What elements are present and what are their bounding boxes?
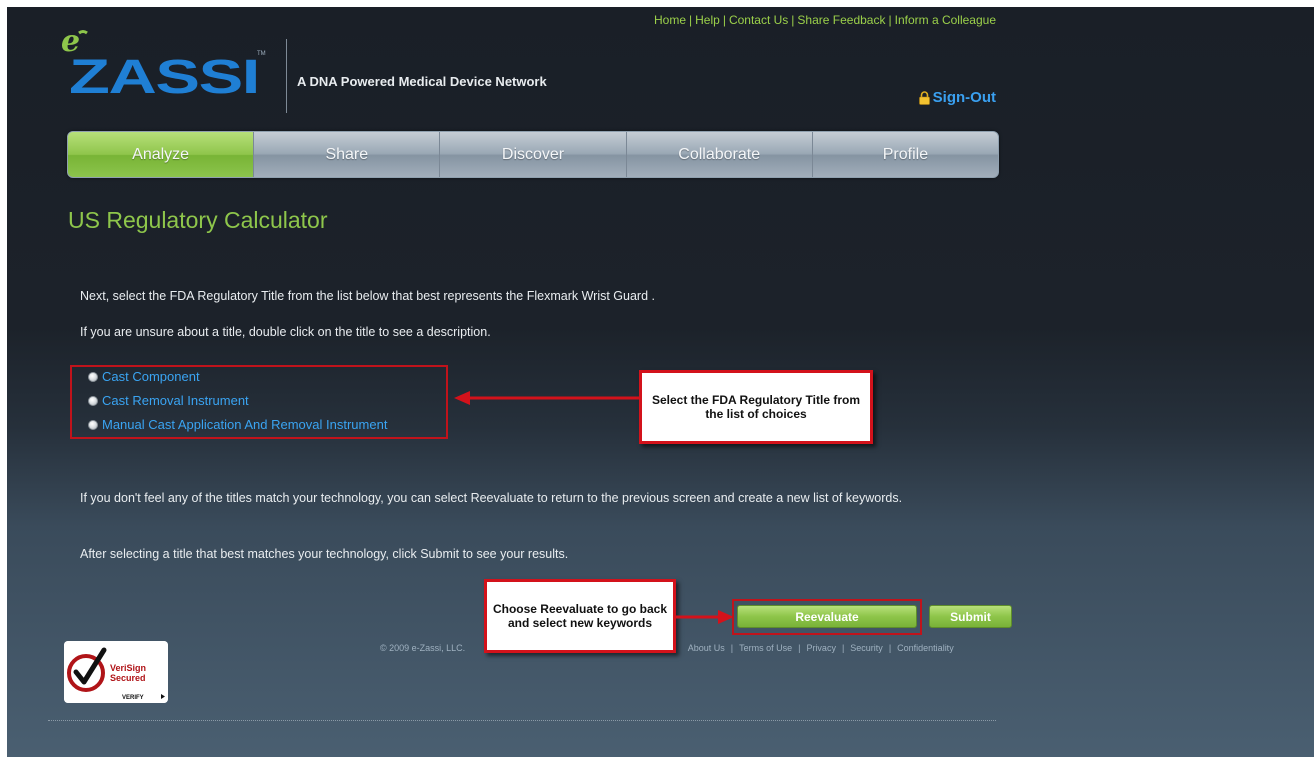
reevaluate-button[interactable]: Reevaluate (737, 605, 917, 628)
tab-discover[interactable]: Discover (439, 132, 625, 177)
page: Home | Help | Contact Us | Share Feedback | Info… (7, 7, 1314, 757)
footer-link-privacy[interactable]: Privacy (806, 643, 836, 653)
footer-link-about[interactable]: About Us (688, 643, 725, 653)
sign-out-label: Sign-Out (932, 89, 996, 106)
logo-text: ZASSI (69, 51, 259, 101)
intro-text: Next, select the FDA Regulatory Title fr… (80, 289, 655, 303)
svg-text:TM: TM (257, 51, 266, 57)
top-link-inform[interactable]: Inform a Colleague (895, 13, 996, 27)
top-links: Home | Help | Contact Us | Share Feedback | Info… (653, 13, 996, 27)
sign-out-link[interactable]: Sign-Out (918, 89, 996, 106)
callout-reevaluate: Choose Reevaluate to go back and select … (484, 579, 676, 653)
option-label[interactable]: Cast Removal Instrument (102, 393, 249, 408)
arrow-left-icon (454, 391, 642, 405)
lock-icon (918, 90, 930, 105)
footer-link-security[interactable]: Security (850, 643, 883, 653)
option-manual-cast-application[interactable]: Manual Cast Application And Removal Inst… (88, 417, 387, 432)
main-nav: Analyze Share Discover Collaborate Profi… (67, 131, 999, 178)
radio-button[interactable] (88, 395, 98, 406)
verisign-title: VeriSign (110, 663, 146, 673)
footer-link-confidentiality[interactable]: Confidentiality (897, 643, 954, 653)
intro-hint: If you are unsure about a title, double … (80, 325, 491, 339)
tagline: A DNA Powered Medical Device Network (297, 74, 547, 89)
submit-note: After selecting a title that best matche… (80, 547, 569, 561)
callout-select-title: Select the FDA Regulatory Title from the… (639, 370, 873, 444)
top-link-help[interactable]: Help (695, 13, 720, 27)
option-cast-component[interactable]: Cast Component (88, 369, 200, 384)
footer-link-terms[interactable]: Terms of Use (739, 643, 792, 653)
radio-button[interactable] (88, 371, 98, 382)
page-title: US Regulatory Calculator (68, 207, 328, 233)
ezassi-logo[interactable]: e ZASSI TM (61, 29, 273, 101)
reevaluate-note: If you don't feel any of the titles matc… (80, 491, 903, 505)
verisign-secured-badge[interactable]: VeriSign Secured VERIFY (64, 641, 168, 703)
logo-divider (286, 39, 287, 113)
option-cast-removal-instrument[interactable]: Cast Removal Instrument (88, 393, 249, 408)
arrow-right-icon (676, 610, 734, 624)
option-label[interactable]: Cast Component (102, 369, 200, 384)
option-label[interactable]: Manual Cast Application And Removal Inst… (102, 417, 387, 432)
tab-collaborate[interactable]: Collaborate (625, 132, 812, 177)
top-link-home[interactable]: Home (654, 13, 686, 27)
tab-share[interactable]: Share (253, 132, 439, 177)
top-link-feedback[interactable]: Share Feedback (797, 13, 885, 27)
radio-button[interactable] (88, 419, 98, 430)
submit-button[interactable]: Submit (929, 605, 1012, 628)
tab-profile[interactable]: Profile (811, 132, 998, 177)
footer-links: © 2009 e-Zassi, LLC. About Us | Terms of U… (380, 643, 954, 653)
tab-analyze[interactable]: Analyze (68, 132, 254, 177)
copyright: © 2009 e-Zassi, LLC. (380, 643, 466, 653)
top-link-contact[interactable]: Contact Us (729, 13, 788, 27)
footer-divider (48, 720, 996, 721)
verisign-verify: VERIFY (122, 695, 144, 701)
verisign-subtitle: Secured (110, 673, 146, 683)
